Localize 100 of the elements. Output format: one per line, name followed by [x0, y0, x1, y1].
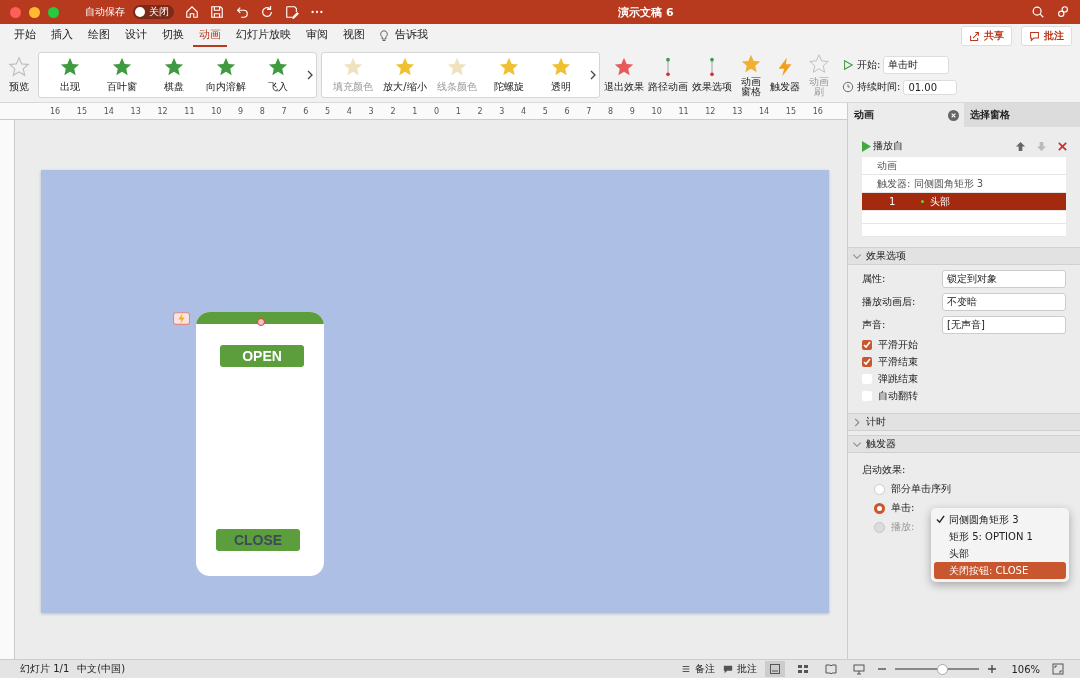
- section-header[interactable]: 效果选项: [848, 247, 1080, 265]
- open-shape: OPEN: [220, 345, 304, 367]
- menu-tab[interactable]: 设计: [119, 25, 153, 47]
- start-select[interactable]: 单击时: [883, 55, 950, 74]
- effect-label[interactable]: 透明: [551, 80, 571, 94]
- effect-label[interactable]: 陀螺旋: [494, 80, 524, 94]
- save-edit-icon[interactable]: [285, 5, 299, 19]
- ruler-number: 12: [157, 106, 168, 116]
- chevron-right-icon[interactable]: [307, 70, 313, 80]
- ribbon-tool-label[interactable]: 路径动画: [648, 80, 688, 94]
- chevron-right-icon[interactable]: [590, 70, 596, 80]
- dropdown-field[interactable]: 不变暗: [942, 293, 1066, 311]
- notes-button[interactable]: 备注: [695, 662, 716, 676]
- star-icon[interactable]: [111, 56, 133, 78]
- normal-view-icon[interactable]: [765, 661, 786, 677]
- rotate-handle[interactable]: [257, 318, 265, 326]
- close-icon[interactable]: [948, 110, 959, 121]
- section-header[interactable]: 计时: [848, 413, 1080, 431]
- duration-field[interactable]: 01.00: [903, 79, 958, 95]
- ruler-number: 11: [184, 106, 195, 116]
- effect-label[interactable]: 飞入: [268, 80, 288, 94]
- lightning-icon: [173, 312, 190, 325]
- effect-label[interactable]: 百叶窗: [107, 80, 137, 94]
- comments-button[interactable]: 批注: [1021, 26, 1072, 46]
- menu-tab[interactable]: 幻灯片放映: [230, 25, 297, 47]
- star-icon[interactable]: [163, 56, 185, 78]
- play-icon[interactable]: [862, 140, 871, 152]
- redo-icon[interactable]: [260, 5, 274, 19]
- star-icon[interactable]: [59, 56, 81, 78]
- menu-tab[interactable]: 审阅: [300, 25, 334, 47]
- star-icon[interactable]: [267, 56, 289, 78]
- undo-icon[interactable]: [235, 5, 249, 19]
- effect-label[interactable]: 放大/缩小: [383, 80, 427, 94]
- share-button[interactable]: 共享: [961, 26, 1012, 46]
- ribbon-tool-label[interactable]: 效果选项: [692, 80, 732, 94]
- star-icon[interactable]: [342, 56, 364, 78]
- star-icon[interactable]: [498, 56, 520, 78]
- animation-item[interactable]: 1 头部: [862, 193, 1066, 211]
- ruler-number: 14: [759, 106, 770, 116]
- ribbon-tool-label[interactable]: 退出效果: [604, 80, 644, 94]
- people-icon[interactable]: [1056, 5, 1070, 19]
- menu-tab[interactable]: 切换: [156, 25, 190, 47]
- notes-icon[interactable]: [681, 664, 692, 674]
- menu-tab[interactable]: 开始: [8, 25, 42, 47]
- section-header[interactable]: 触发器: [848, 435, 1080, 453]
- dropdown-field[interactable]: 锁定到对象: [942, 270, 1066, 288]
- star-icon[interactable]: [394, 56, 416, 78]
- minimize-icon[interactable]: [29, 6, 40, 18]
- clock-icon: [842, 81, 854, 93]
- ruler-number: 5: [542, 106, 548, 116]
- menu-item[interactable]: 关闭按钮: CLOSE: [934, 562, 1066, 579]
- checkbox[interactable]: [862, 340, 872, 350]
- ruler-number: 5: [325, 106, 331, 116]
- star-icon[interactable]: [8, 56, 30, 78]
- chevron-icon[interactable]: [852, 441, 862, 447]
- menu-tab[interactable]: 视图: [337, 25, 371, 47]
- menu-item[interactable]: 头部: [934, 545, 1066, 562]
- ruler-number: 4: [520, 106, 527, 116]
- search-icon[interactable]: [1031, 5, 1045, 19]
- maximize-icon[interactable]: [48, 6, 59, 18]
- star-icon[interactable]: [613, 56, 635, 78]
- play-from-button[interactable]: 播放自: [873, 139, 903, 153]
- delete-icon[interactable]: [1057, 140, 1068, 152]
- dropdown-field[interactable]: [无声音]: [942, 316, 1066, 334]
- chevron-icon[interactable]: [854, 417, 860, 427]
- comment-icon[interactable]: [723, 664, 734, 674]
- effect-label[interactable]: 向内溶解: [206, 80, 246, 94]
- ruler-number: 2: [477, 106, 483, 116]
- star-icon[interactable]: [808, 52, 830, 75]
- home-icon[interactable]: [185, 5, 199, 19]
- star-icon[interactable]: [550, 56, 572, 78]
- radio-button[interactable]: [874, 483, 885, 495]
- menu-item[interactable]: 矩形 5: OPTION 1: [934, 528, 1066, 545]
- radio-button[interactable]: [874, 502, 885, 514]
- tell-me-field[interactable]: 告诉我: [393, 25, 434, 47]
- ribbon-tool-label[interactable]: 触发器: [770, 80, 800, 94]
- lightbulb-icon: [378, 29, 390, 43]
- checkbox-label: 平滑结束: [878, 355, 918, 369]
- ribbon-tool-label[interactable]: 动画窗格: [740, 76, 762, 98]
- close-shape: CLOSE: [216, 529, 300, 551]
- menu-tab[interactable]: 插入: [45, 25, 79, 47]
- menu-tab[interactable]: 绘图: [82, 25, 116, 47]
- checkbox[interactable]: [862, 357, 872, 367]
- menu-item[interactable]: 同侧圆角矩形 3: [934, 511, 1066, 528]
- item-number: 1: [889, 196, 896, 207]
- zoom-in-icon[interactable]: [987, 664, 998, 674]
- star-icon[interactable]: [446, 56, 468, 78]
- ruler-number: 2: [390, 106, 396, 116]
- pane-tab[interactable]: 选择窗格: [964, 103, 1080, 127]
- autosave-toggle[interactable]: 关闭: [133, 5, 174, 19]
- move-up-icon[interactable]: [1015, 140, 1026, 152]
- star-icon[interactable]: [215, 56, 237, 78]
- comments-button[interactable]: 批注: [737, 662, 758, 676]
- save-icon[interactable]: [210, 5, 224, 19]
- preview-button[interactable]: 预览: [9, 80, 29, 94]
- chevron-icon[interactable]: [852, 253, 862, 259]
- effect-label[interactable]: 出现: [60, 80, 80, 94]
- effect-label[interactable]: 棋盘: [164, 80, 184, 94]
- language-label[interactable]: 中文(中国): [77, 662, 126, 676]
- zoom-thumb[interactable]: [936, 663, 948, 675]
